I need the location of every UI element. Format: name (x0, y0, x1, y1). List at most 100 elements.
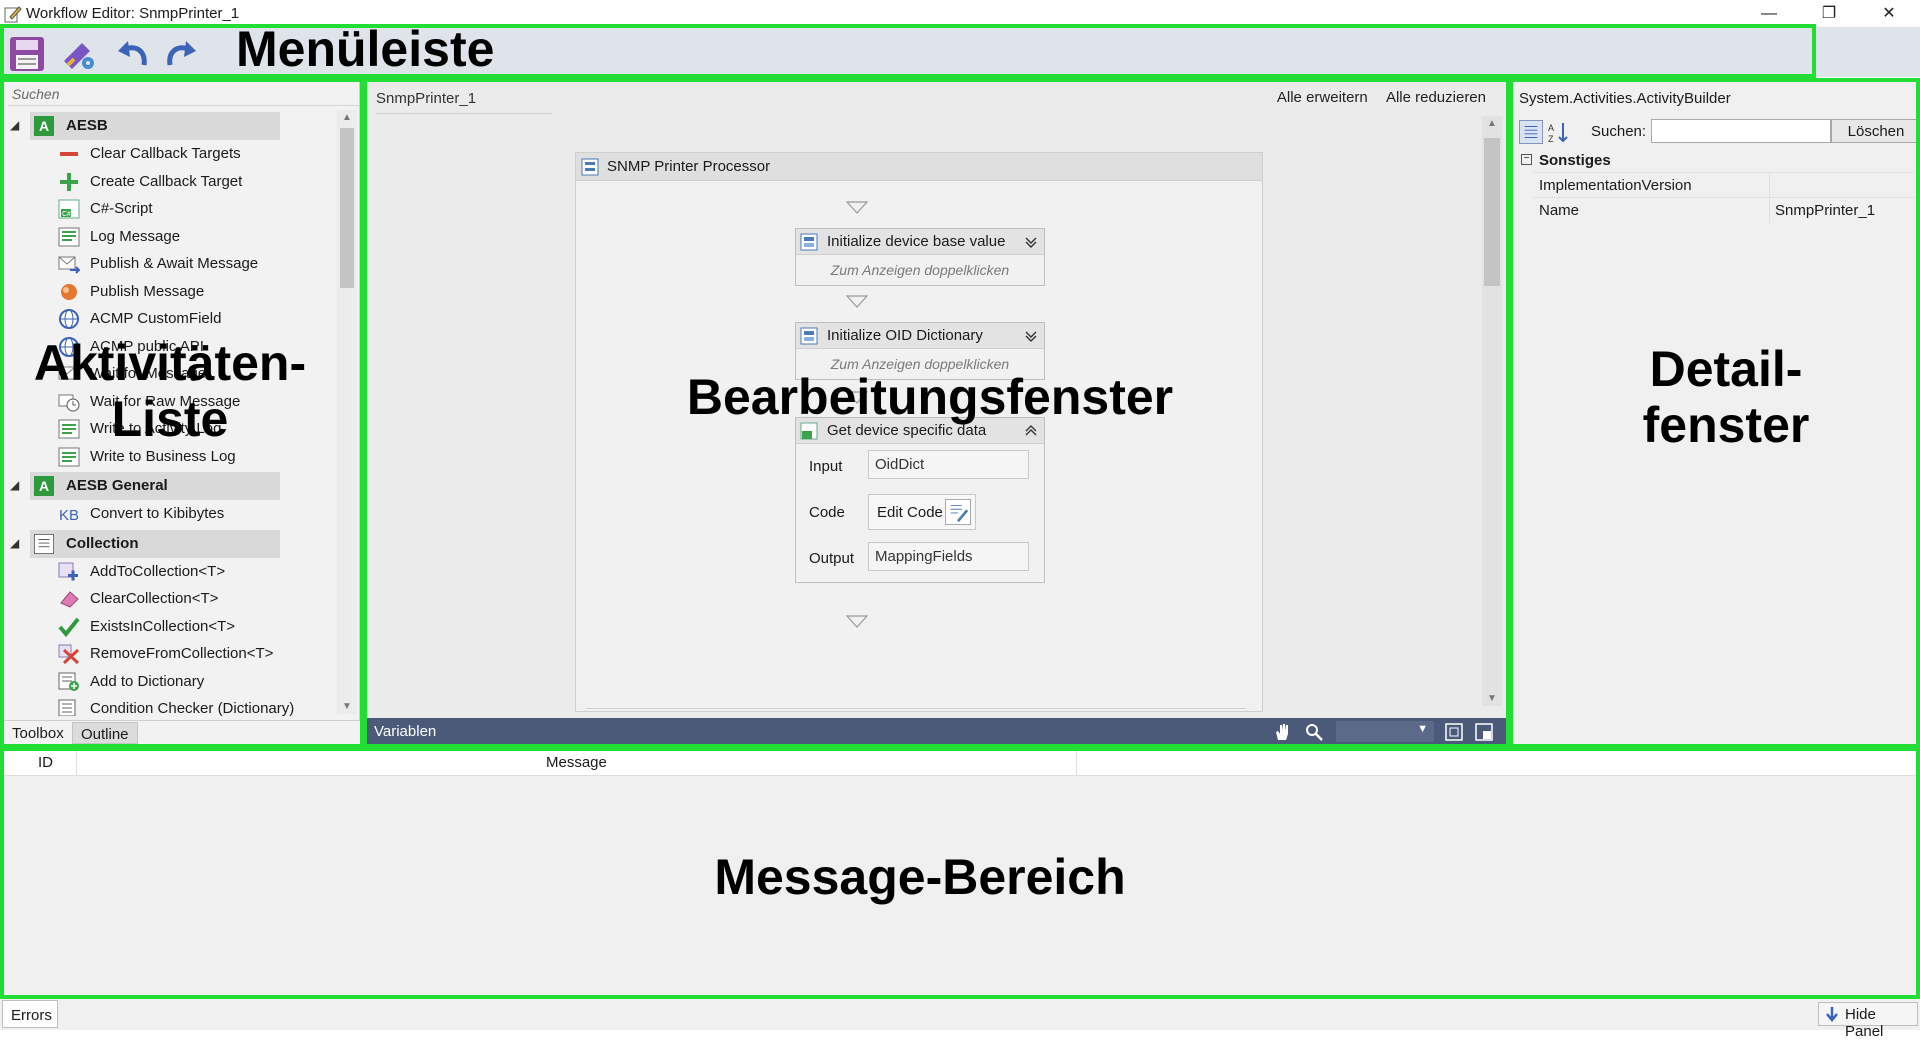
overview-map-icon[interactable] (1474, 722, 1494, 742)
sequence-header[interactable]: SNMP Printer Processor (576, 153, 1262, 181)
drop-target-icon[interactable] (846, 295, 868, 309)
clear-search-button[interactable]: Löschen (1831, 119, 1920, 143)
category-aesb[interactable]: ◢ A AESB (10, 112, 280, 140)
restore-button[interactable]: ❐ (1806, 2, 1852, 26)
scroll-down-icon[interactable]: ▼ (1482, 693, 1502, 704)
overlay-editor-label: Bearbeitungsfenster (686, 369, 1174, 425)
settings-tools-icon[interactable] (60, 35, 98, 73)
category-label: AESB (66, 117, 108, 134)
undo-icon[interactable] (114, 35, 152, 73)
property-key: Name (1539, 202, 1580, 219)
collapse-arrow-icon[interactable]: ◢ (10, 118, 19, 132)
activity-label: Condition Checker (Dictionary) (90, 700, 295, 716)
input-field[interactable]: OidDict (868, 450, 1029, 479)
expand-all-link[interactable]: Alle erweitern (1277, 89, 1368, 106)
activity-item[interactable]: Add to Dictionary (8, 668, 338, 696)
activity-item[interactable]: ClearCollection<T> (8, 585, 338, 613)
pan-hand-icon[interactable] (1272, 722, 1292, 742)
activity-item[interactable]: Create Callback Target (8, 168, 338, 196)
property-row[interactable]: ImplementationVersion (1533, 172, 1915, 198)
column-id[interactable]: ID (38, 754, 53, 771)
hide-panel-button[interactable]: Hide Panel (1818, 1002, 1918, 1040)
property-value[interactable]: SnmpPrinter_1 (1775, 202, 1875, 219)
property-search-input[interactable] (1651, 119, 1831, 143)
toolbox-search-input[interactable]: Suchen (8, 86, 360, 106)
next-activity-edge (586, 708, 1246, 712)
sequence-activity[interactable]: SNMP Printer Processor Initialize device… (575, 152, 1263, 712)
fit-to-screen-icon[interactable] (1444, 722, 1464, 742)
log-icon (58, 227, 80, 246)
collapse-all-link[interactable]: Alle reduzieren (1386, 89, 1486, 106)
edit-code-button[interactable]: Edit Code (868, 494, 976, 530)
overlay-messages-label: Message-Bereich (714, 849, 1126, 905)
property-row[interactable]: Name SnmpPrinter_1 (1533, 197, 1915, 223)
activity-label: Add to Dictionary (90, 672, 205, 690)
activity-item[interactable]: KB Convert to Kibibytes (8, 500, 338, 528)
activity-label: Convert to Kibibytes (90, 505, 225, 522)
activity-get-device-data[interactable]: Get device specific data Input OidDict C… (795, 417, 1045, 583)
errors-tab[interactable]: Errors (2, 1000, 58, 1028)
zoom-select[interactable]: ▼ (1336, 721, 1434, 742)
expand-chevron-icon[interactable] (1024, 329, 1038, 343)
activity-item[interactable]: Log Message (8, 223, 338, 251)
activity-item[interactable]: RemoveFromCollection<T> (8, 640, 338, 668)
edit-document-icon (945, 499, 971, 525)
scroll-down-icon[interactable]: ▼ (337, 701, 357, 712)
property-category-label: Sonstiges (1539, 152, 1611, 169)
window-title: Workflow Editor: SnmpPrinter_1 (26, 5, 240, 22)
property-search-label: Suchen: (1591, 123, 1647, 140)
assign-activity-icon (800, 233, 818, 251)
plus-green-icon (60, 172, 78, 191)
drop-target-icon[interactable] (846, 201, 868, 215)
input-row: Input OidDict (796, 444, 1044, 490)
property-key: ImplementationVersion (1539, 177, 1692, 194)
activity-item[interactable]: Publish & Await Message (8, 250, 338, 278)
activity-item[interactable]: ExistsInCollection<T> (8, 613, 338, 641)
activity-header[interactable]: Initialize device base value (796, 229, 1044, 255)
categorized-view-icon[interactable] (1519, 120, 1543, 144)
close-button[interactable]: ✕ (1866, 2, 1912, 26)
minimize-button[interactable]: — (1746, 2, 1792, 26)
scrollbar-thumb[interactable] (1484, 138, 1500, 286)
designer-scrollbar[interactable]: ▲ ▼ (1482, 116, 1502, 706)
property-category[interactable]: − Sonstiges (1519, 150, 1915, 172)
activity-item[interactable]: C# C#-Script (8, 195, 338, 223)
expand-chevron-icon[interactable] (1024, 235, 1038, 249)
activity-item[interactable]: AddToCollection<T> (8, 558, 338, 586)
toolbox-scrollbar[interactable]: ▲ ▼ (337, 110, 357, 714)
category-collection[interactable]: ◢ Collection (10, 529, 280, 558)
category-aesb-general[interactable]: ◢ A AESB General (10, 472, 280, 500)
tab-toolbox[interactable]: Toolbox (4, 722, 72, 744)
output-field[interactable]: MappingFields (868, 542, 1029, 571)
column-message[interactable]: Message (546, 754, 607, 771)
drop-target-icon[interactable] (846, 615, 868, 629)
activity-item[interactable]: Clear Callback Targets (8, 140, 338, 168)
collapse-box-icon[interactable]: − (1521, 154, 1532, 165)
redo-icon[interactable] (162, 35, 200, 73)
minus-red-icon (60, 152, 78, 156)
activity-item[interactable]: Condition Checker (Dictionary) (8, 695, 338, 716)
column-divider[interactable] (1076, 750, 1077, 776)
tab-outline[interactable]: Outline (72, 722, 138, 744)
activity-item[interactable]: ACMP CustomField (8, 305, 338, 333)
csharp-script-icon: C# (58, 199, 80, 219)
overlay-detail-line2: fenster (1642, 397, 1810, 453)
scrollbar-thumb[interactable] (340, 128, 354, 288)
activity-item[interactable]: Publish Message (8, 278, 338, 306)
collapse-arrow-icon[interactable]: ◢ (10, 478, 19, 492)
category-label: Collection (66, 534, 139, 552)
activity-header[interactable]: Initialize OID Dictionary (796, 323, 1044, 349)
collapse-arrow-icon[interactable]: ◢ (10, 536, 19, 550)
save-icon[interactable] (8, 35, 46, 73)
scroll-up-icon[interactable]: ▲ (337, 112, 357, 123)
collapse-chevron-icon[interactable] (1024, 424, 1038, 438)
activity-initialize-base[interactable]: Initialize device base value Zum Anzeige… (795, 228, 1045, 286)
arrow-down-icon (1826, 1007, 1838, 1022)
breadcrumb[interactable]: SnmpPrinter_1 (376, 90, 552, 114)
variables-tab[interactable]: Variablen (374, 723, 436, 740)
column-divider[interactable] (76, 750, 77, 776)
scroll-up-icon[interactable]: ▲ (1482, 118, 1502, 129)
sort-alphabetical-icon[interactable]: AZ (1547, 120, 1571, 144)
checkmark-icon (58, 617, 80, 637)
zoom-magnifier-icon[interactable] (1304, 722, 1324, 742)
